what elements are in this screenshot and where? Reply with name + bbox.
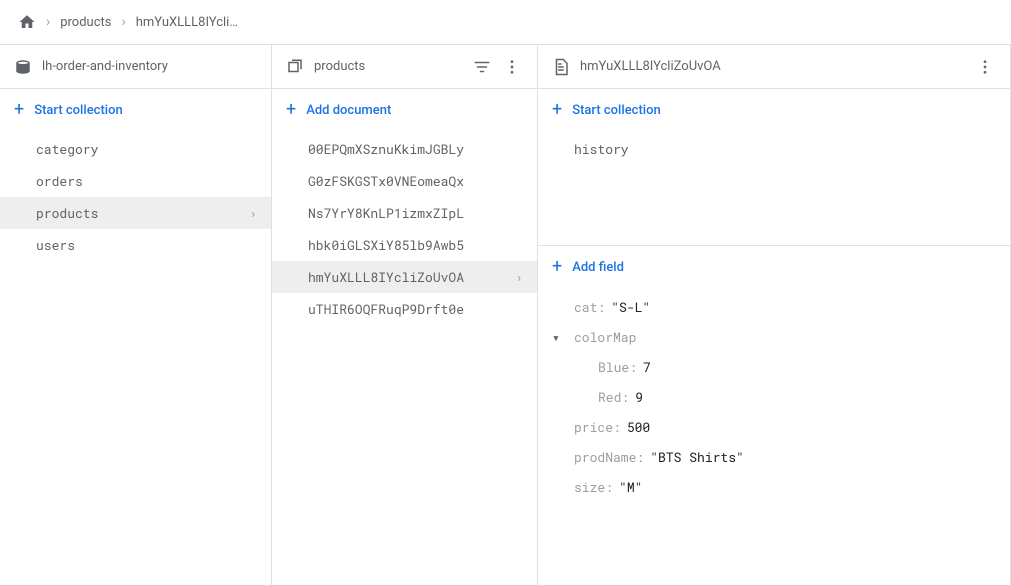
home-icon[interactable] [18,13,36,31]
more-icon[interactable] [503,58,523,76]
document-item-label: 00EPQmXSznuKkimJGBLy [308,140,464,158]
plus-icon: + [552,258,562,276]
document-item[interactable]: G0zFSKGSTx0VNEomeaQx [272,165,537,197]
panels: lh-order-and-inventory + Start collectio… [0,44,1011,585]
field-key: Blue: [598,358,637,376]
filter-icon[interactable] [473,58,493,76]
field-value: 7 [643,358,651,376]
document-item[interactable]: 00EPQmXSznuKkimJGBLy [272,133,537,165]
collection-icon [286,58,304,76]
panel-collection: products + Add document 00EPQmXSznuKkimJ… [272,45,538,585]
field-row[interactable]: prodName: "BTS Shirts" [538,442,1010,472]
collection-item[interactable]: category [0,133,271,165]
plus-icon: + [14,101,24,119]
document-item-label: G0zFSKGSTx0VNEomeaQx [308,172,464,190]
field-key: size: [574,478,613,496]
field-row-nested[interactable]: Blue: 7 [538,352,1010,382]
panel-document: hmYuXLLL8IYcliZoUvOA + Start collection … [538,45,1011,585]
caret-down-icon[interactable]: ▾ [552,328,560,346]
field-value: "M" [619,478,642,496]
document-item[interactable]: uTHIR6OQFRuqP9Drft0e [272,293,537,325]
document-item-label: uTHIR6OQFRuqP9Drft0e [308,300,464,318]
field-value: "BTS Shirts" [650,448,744,466]
field-value: "S-L" [611,298,650,316]
panel-root-header: lh-order-and-inventory [0,45,271,89]
chevron-right-icon: › [46,14,50,30]
document-item-label: hmYuXLLL8IYcliZoUvOA [308,268,464,286]
subcollection-label: history [574,140,629,158]
field-key: prodName: [574,448,644,466]
document-item-label: Ns7YrY8KnLP1izmxZIpL [308,204,464,222]
start-subcollection-label: Start collection [572,103,660,118]
field-key: cat: [574,298,605,316]
document-item[interactable]: hbk0iGLSXiY85lb9Awb5 [272,229,537,261]
document-list: 00EPQmXSznuKkimJGBLy G0zFSKGSTx0VNEomeaQx… [272,131,537,325]
field-key: Red: [598,388,629,406]
panel-document-title: hmYuXLLL8IYcliZoUvOA [580,59,966,74]
add-field-button[interactable]: + Add field [538,246,1010,288]
field-value: 9 [635,388,643,406]
collection-item-label: users [36,236,75,254]
collection-item[interactable]: orders [0,165,271,197]
add-field-label: Add field [572,260,624,275]
collection-item-label: category [36,140,98,158]
subcollection-item[interactable]: history [538,133,1010,165]
collection-item[interactable]: products › [0,197,271,229]
field-key: price: [574,418,621,436]
collection-item-label: products [36,204,98,222]
document-item[interactable]: Ns7YrY8KnLP1izmxZIpL [272,197,537,229]
chevron-right-icon: › [515,268,523,286]
chevron-right-icon: › [249,204,257,222]
document-item-label: hbk0iGLSXiY85lb9Awb5 [308,236,464,254]
field-row[interactable]: cat: "S-L" [538,292,1010,322]
start-collection-button[interactable]: + Start collection [0,89,271,131]
breadcrumb-item[interactable]: products [60,15,111,30]
breadcrumb: › products › hmYuXLLL8IYcli… [0,0,1011,44]
document-item[interactable]: hmYuXLLL8IYcliZoUvOA › [272,261,537,293]
breadcrumb-item[interactable]: hmYuXLLL8IYcli… [136,15,238,30]
field-key: colorMap [574,328,636,346]
field-row[interactable]: price: 500 [538,412,1010,442]
collection-item-label: orders [36,172,83,190]
collection-item[interactable]: users [0,229,271,261]
add-document-button[interactable]: + Add document [272,89,537,131]
panel-collection-title: products [314,59,463,74]
panel-collection-header: products [272,45,537,89]
more-icon[interactable] [976,58,996,76]
add-document-label: Add document [306,103,391,118]
field-row-map[interactable]: ▾ colorMap [538,322,1010,352]
field-row-nested[interactable]: Red: 9 [538,382,1010,412]
field-row[interactable]: size: "M" [538,472,1010,502]
panel-root-title: lh-order-and-inventory [42,59,257,74]
fields-list: cat: "S-L" ▾ colorMap Blue: 7 Red: 9 pri… [538,288,1010,512]
start-subcollection-button[interactable]: + Start collection [538,89,1010,131]
chevron-right-icon: › [121,14,125,30]
panel-root: lh-order-and-inventory + Start collectio… [0,45,272,585]
subcollection-list: history [538,131,1010,165]
document-icon [552,58,570,76]
plus-icon: + [286,101,296,119]
collection-list: category orders products › users [0,131,271,261]
field-value: 500 [627,418,650,436]
panel-document-header: hmYuXLLL8IYcliZoUvOA [538,45,1010,89]
start-collection-label: Start collection [34,103,122,118]
database-icon [14,58,32,76]
plus-icon: + [552,101,562,119]
